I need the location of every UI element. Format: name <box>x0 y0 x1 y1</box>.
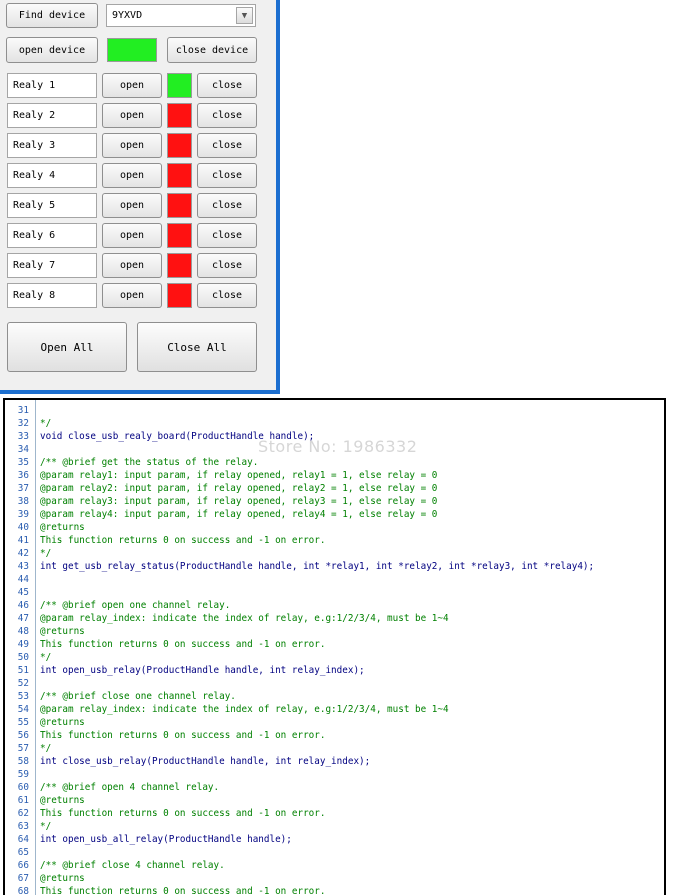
relay-open-button[interactable]: open <box>102 133 162 158</box>
code-line: 37 @param relay3: input param, if relay … <box>5 469 664 507</box>
relay-name-field[interactable]: Realy 1 <box>7 73 97 98</box>
code-line: 47 @returns <box>5 599 664 637</box>
relay-close-button[interactable]: close <box>197 193 257 218</box>
relay-close-button[interactable]: close <box>197 103 257 128</box>
code-line: 60 @returns <box>5 768 664 806</box>
code-line: 66 @returns <box>5 846 664 884</box>
relay-close-button[interactable]: close <box>197 253 257 278</box>
relay-name-field[interactable]: Realy 7 <box>7 253 97 278</box>
find-device-button[interactable]: Find device <box>6 3 98 28</box>
relay-status-indicator <box>167 253 192 278</box>
open-all-button[interactable]: Open All <box>7 322 127 372</box>
code-line: 61 This function returns 0 on success an… <box>5 781 664 819</box>
code-line: 62 */ <box>5 794 664 832</box>
code-line: 69 int close_usb_all_relay(ProductHandle… <box>5 885 664 895</box>
relay-close-button[interactable]: close <box>197 283 257 308</box>
code-lines: 31 */ 32 void close_usb_realy_board(Prod… <box>5 400 664 895</box>
relay-status-indicator <box>167 283 192 308</box>
relay-open-button[interactable]: open <box>102 253 162 278</box>
code-line: 36 @param relay2: input param, if relay … <box>5 456 664 494</box>
close-all-button[interactable]: Close All <box>137 322 257 372</box>
relay-status-indicator <box>167 223 192 248</box>
code-line: 49 */ <box>5 625 664 663</box>
code-line: 52 /** @brief close one channel relay. <box>5 664 664 702</box>
relay-close-button[interactable]: close <box>197 133 257 158</box>
relay-open-button[interactable]: open <box>102 223 162 248</box>
code-line: 32 void close_usb_realy_board(ProductHan… <box>5 404 664 442</box>
code-line: 38 @param relay4: input param, if relay … <box>5 482 664 520</box>
relay-name-field[interactable]: Realy 8 <box>7 283 97 308</box>
code-line: 54 @returns <box>5 690 664 728</box>
code-line: 55 This function returns 0 on success an… <box>5 703 664 741</box>
relay-open-button[interactable]: open <box>102 193 162 218</box>
code-line: 63 int open_usb_all_relay(ProductHandle … <box>5 807 664 845</box>
code-line: 40 This function returns 0 on success an… <box>5 508 664 546</box>
relay-close-button[interactable]: close <box>197 163 257 188</box>
device-select[interactable]: 9YXVD ▼ <box>106 4 256 27</box>
code-line: 65 /** @brief close 4 channel relay. <box>5 833 664 871</box>
relay-name-field[interactable]: Realy 5 <box>7 193 97 218</box>
code-line: 67 This function returns 0 on success an… <box>5 859 664 895</box>
open-device-button[interactable]: open device <box>6 37 98 63</box>
device-select-value: 9YXVD <box>112 10 143 21</box>
code-line: 57 int close_usb_relay(ProductHandle han… <box>5 729 664 767</box>
code-line: 68 */ <box>5 872 664 895</box>
relay-status-indicator <box>167 73 192 98</box>
relay-status-indicator <box>167 163 192 188</box>
relay-open-button[interactable]: open <box>102 103 162 128</box>
relay-control-window: Find device 9YXVD ▼ open device close de… <box>0 0 280 394</box>
code-line: 64 <box>5 820 664 845</box>
code-line: 59 /** @brief open 4 channel relay. <box>5 755 664 793</box>
relay-close-button[interactable]: close <box>197 73 257 98</box>
relay-close-button[interactable]: close <box>197 223 257 248</box>
relay-name-field[interactable]: Realy 3 <box>7 133 97 158</box>
relay-open-button[interactable]: open <box>102 73 162 98</box>
code-line: 34 /** @brief get the status of the rela… <box>5 430 664 468</box>
code-line: 56 */ <box>5 716 664 754</box>
code-line: 41 */ <box>5 521 664 559</box>
relay-name-field[interactable]: Realy 2 <box>7 103 97 128</box>
relay-status-indicator <box>167 193 192 218</box>
code-line: 51 <box>5 651 664 676</box>
code-line: 58 <box>5 742 664 767</box>
code-line: 35 @param relay1: input param, if relay … <box>5 443 664 481</box>
code-line: 42 int get_usb_relay_status(ProductHandl… <box>5 534 664 572</box>
code-line: 48 This function returns 0 on success an… <box>5 612 664 650</box>
code-line: 45 /** @brief open one channel relay. <box>5 573 664 611</box>
code-line: 50 int open_usb_relay(ProductHandle hand… <box>5 638 664 676</box>
code-line: 39 @returns <box>5 495 664 533</box>
relay-status-indicator <box>167 133 192 158</box>
relay-name-field[interactable]: Realy 6 <box>7 223 97 248</box>
chevron-down-icon[interactable]: ▼ <box>236 7 253 24</box>
code-line: 46 @param relay_index: indicate the inde… <box>5 586 664 624</box>
device-status-indicator <box>107 38 157 62</box>
relay-open-button[interactable]: open <box>102 163 162 188</box>
code-editor[interactable]: 31 */ 32 void close_usb_realy_board(Prod… <box>3 398 666 895</box>
relay-name-field[interactable]: Realy 4 <box>7 163 97 188</box>
code-line: 43 <box>5 547 664 572</box>
close-device-button[interactable]: close device <box>167 37 257 63</box>
relay-open-button[interactable]: open <box>102 283 162 308</box>
code-line: 33 <box>5 417 664 442</box>
code-line: 53 @param relay_index: indicate the inde… <box>5 677 664 715</box>
relay-status-indicator <box>167 103 192 128</box>
code-line: 44 <box>5 560 664 585</box>
